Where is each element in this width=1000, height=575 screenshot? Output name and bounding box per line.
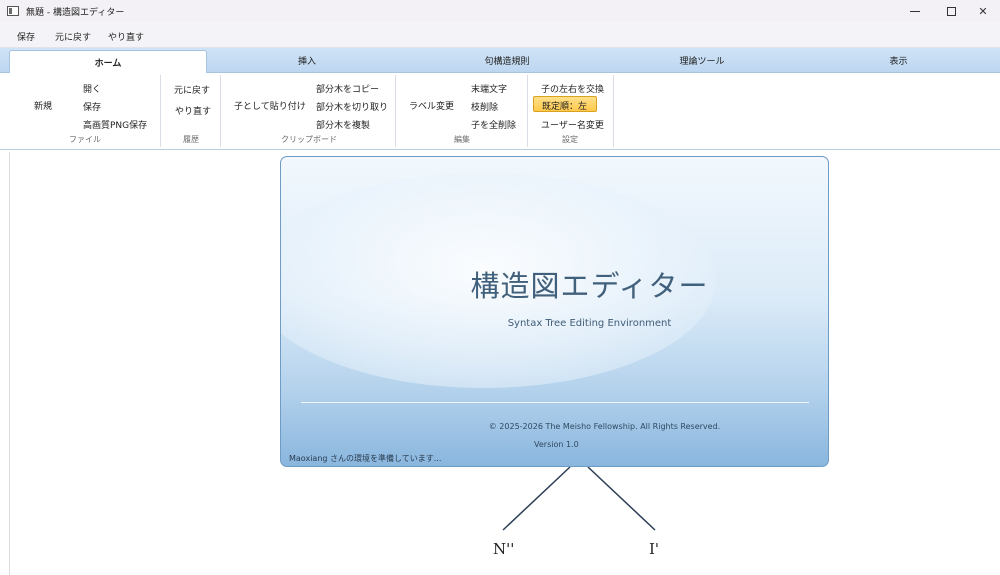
quick-redo-button[interactable]: やり直す [108, 30, 144, 43]
ribbon-panel: 新規 開く 保存 高画質PNG保存 ファイル 元に戻す やり直す 履歴 子として… [0, 73, 1000, 150]
cut-subtree-button[interactable]: 部分木を切り取り [316, 100, 388, 113]
redo-button[interactable]: やり直す [175, 104, 211, 117]
maximize-button[interactable] [934, 0, 968, 22]
splash-title: 構造図エディター [470, 269, 709, 303]
quick-access-toolbar: 保存 元に戻す やり直す [0, 22, 1000, 48]
tab-theory-tools[interactable]: 理論ツール [607, 48, 797, 73]
splash-version: Version 1.0 [534, 440, 579, 449]
close-button[interactable]: ✕ [966, 0, 1000, 22]
delete-all-children-button[interactable]: 子を全削除 [471, 118, 516, 131]
duplicate-subtree-button[interactable]: 部分木を複製 [316, 118, 370, 131]
tab-insert[interactable]: 挿入 [207, 48, 407, 73]
change-username-button[interactable]: ユーザー名変更 [541, 118, 604, 131]
quick-undo-button[interactable]: 元に戻す [55, 30, 91, 43]
undo-button[interactable]: 元に戻す [174, 83, 210, 96]
tab-phrase-structure-rules[interactable]: 句構造規則 [407, 48, 607, 73]
group-label-settings: 設定 [562, 135, 578, 144]
splash-subtitle: Syntax Tree Editing Environment [507, 318, 672, 329]
group-label-clipboard: クリップボード [281, 135, 337, 144]
relabel-button[interactable]: ラベル変更 [409, 99, 454, 112]
tab-view[interactable]: 表示 [797, 48, 1000, 73]
paste-as-child-button[interactable]: 子として貼り付け [234, 99, 306, 112]
swap-children-button[interactable]: 子の左右を交換 [541, 82, 604, 95]
group-separator [527, 75, 528, 147]
minimize-button[interactable] [898, 0, 932, 22]
group-separator [395, 75, 396, 147]
tree-node[interactable]: N'' [493, 540, 514, 558]
splash-status: Maoxiang さんの環境を準備しています... [289, 454, 442, 463]
tab-home[interactable]: ホーム [9, 50, 207, 74]
save-png-button[interactable]: 高画質PNG保存 [83, 118, 147, 131]
new-button[interactable]: 新規 [34, 99, 52, 112]
app-icon [7, 6, 19, 16]
close-icon: ✕ [978, 4, 988, 18]
group-label-file: ファイル [69, 135, 101, 144]
splash-copyright: © 2025-2026 The Meisho Fellowship. All R… [488, 422, 721, 431]
minimize-icon [910, 10, 920, 12]
save-button[interactable]: 保存 [83, 100, 101, 113]
window-title: 無題 - 構造図エディター [26, 8, 125, 18]
terminal-text-button[interactable]: 末端文字 [471, 82, 507, 95]
title-bar: 無題 - 構造図エディター ✕ [0, 0, 1000, 22]
ribbon-tab-bar: ホーム 挿入 句構造規則 理論ツール 表示 [0, 48, 1000, 74]
group-separator [220, 75, 221, 147]
splash-divider [301, 402, 809, 403]
delete-branch-button[interactable]: 枝削除 [471, 100, 498, 113]
group-label-edit: 編集 [454, 135, 470, 144]
maximize-icon [946, 6, 956, 16]
tree-node[interactable]: I' [649, 540, 659, 558]
group-separator [160, 75, 161, 147]
group-label-history: 履歴 [183, 135, 199, 144]
quick-save-button[interactable]: 保存 [17, 30, 35, 43]
copy-subtree-button[interactable]: 部分木をコピー [316, 82, 379, 95]
group-separator [613, 75, 614, 147]
open-button[interactable]: 開く [83, 82, 101, 95]
splash-screen: 構造図エディター Syntax Tree Editing Environment… [280, 156, 829, 467]
default-order-toggle[interactable]: 既定順：左 [533, 96, 597, 112]
